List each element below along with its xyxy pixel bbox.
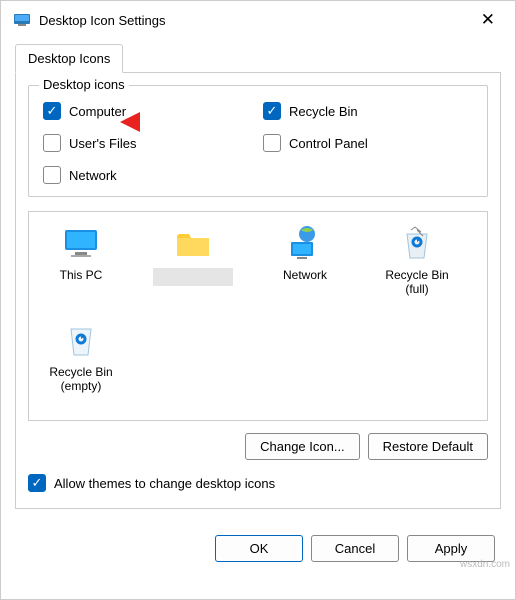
icon-label-redacted: [153, 268, 233, 286]
recycle-empty-icon: [61, 321, 101, 361]
titlebar: Desktop Icon Settings ✕: [1, 1, 515, 39]
checkbox-recyclebin-row: ✓ Recycle Bin: [263, 102, 473, 120]
allow-themes-row: ✓ Allow themes to change desktop icons: [28, 474, 488, 492]
tab-desktop-icons[interactable]: Desktop Icons: [15, 44, 123, 73]
icon-preview-list: This PC: [28, 211, 488, 421]
close-button[interactable]: ✕: [473, 6, 503, 34]
recycle-full-icon: [397, 224, 437, 264]
ok-button[interactable]: OK: [215, 535, 303, 562]
icon-folder[interactable]: [153, 224, 233, 297]
checkbox-network-label: Network: [69, 168, 117, 183]
checkbox-controlpanel[interactable]: [263, 134, 281, 152]
apply-button[interactable]: Apply: [407, 535, 495, 562]
restore-default-button[interactable]: Restore Default: [368, 433, 488, 460]
allow-themes-label: Allow themes to change desktop icons: [54, 476, 275, 491]
tab-pane: Desktop icons ✓ Computer ✓ Recycle Bin U…: [15, 73, 501, 509]
network-icon: [285, 224, 325, 264]
icon-recycle-full[interactable]: Recycle Bin (full): [377, 224, 457, 297]
checkbox-computer-row: ✓ Computer: [43, 102, 253, 120]
group-label: Desktop icons: [39, 77, 129, 92]
icon-recycle-empty[interactable]: Recycle Bin (empty): [41, 321, 121, 394]
checkbox-network-row: Network: [43, 166, 253, 184]
change-icon-button[interactable]: Change Icon...: [245, 433, 360, 460]
icon-this-pc[interactable]: This PC: [41, 224, 121, 297]
checkbox-computer[interactable]: ✓: [43, 102, 61, 120]
icon-button-row: Change Icon... Restore Default: [28, 433, 488, 460]
icon-network[interactable]: Network: [265, 224, 345, 297]
tab-strip: Desktop Icons: [15, 43, 501, 73]
desktop-icons-group: Desktop icons ✓ Computer ✓ Recycle Bin U…: [28, 85, 488, 197]
checkbox-recyclebin-label: Recycle Bin: [289, 104, 358, 119]
checkbox-network[interactable]: [43, 166, 61, 184]
desktop-icon-settings-window: Desktop Icon Settings ✕ Desktop Icons De…: [0, 0, 516, 600]
monitor-icon: [61, 224, 101, 264]
checkbox-usersfiles[interactable]: [43, 134, 61, 152]
watermark: wsxdn.com: [460, 559, 510, 570]
checkbox-controlpanel-row: Control Panel: [263, 134, 473, 152]
icon-label: Recycle Bin (empty): [41, 365, 121, 394]
checkbox-computer-label: Computer: [69, 104, 126, 119]
content-area: Desktop Icons Desktop icons ✓ Computer ✓…: [1, 43, 515, 523]
checkbox-grid: ✓ Computer ✓ Recycle Bin User's Files Co…: [43, 102, 473, 184]
checkbox-allow-themes[interactable]: ✓: [28, 474, 46, 492]
window-title: Desktop Icon Settings: [39, 13, 473, 28]
icon-label: Network: [283, 268, 327, 282]
checkbox-controlpanel-label: Control Panel: [289, 136, 368, 151]
icon-label: This PC: [60, 268, 103, 282]
folder-icon: [173, 224, 213, 264]
dialog-footer: OK Cancel Apply: [1, 523, 515, 574]
icon-label: Recycle Bin (full): [377, 268, 457, 297]
checkbox-usersfiles-row: User's Files: [43, 134, 253, 152]
checkbox-usersfiles-label: User's Files: [69, 136, 137, 151]
window-icon: [13, 11, 31, 29]
cancel-button[interactable]: Cancel: [311, 535, 399, 562]
checkbox-recyclebin[interactable]: ✓: [263, 102, 281, 120]
